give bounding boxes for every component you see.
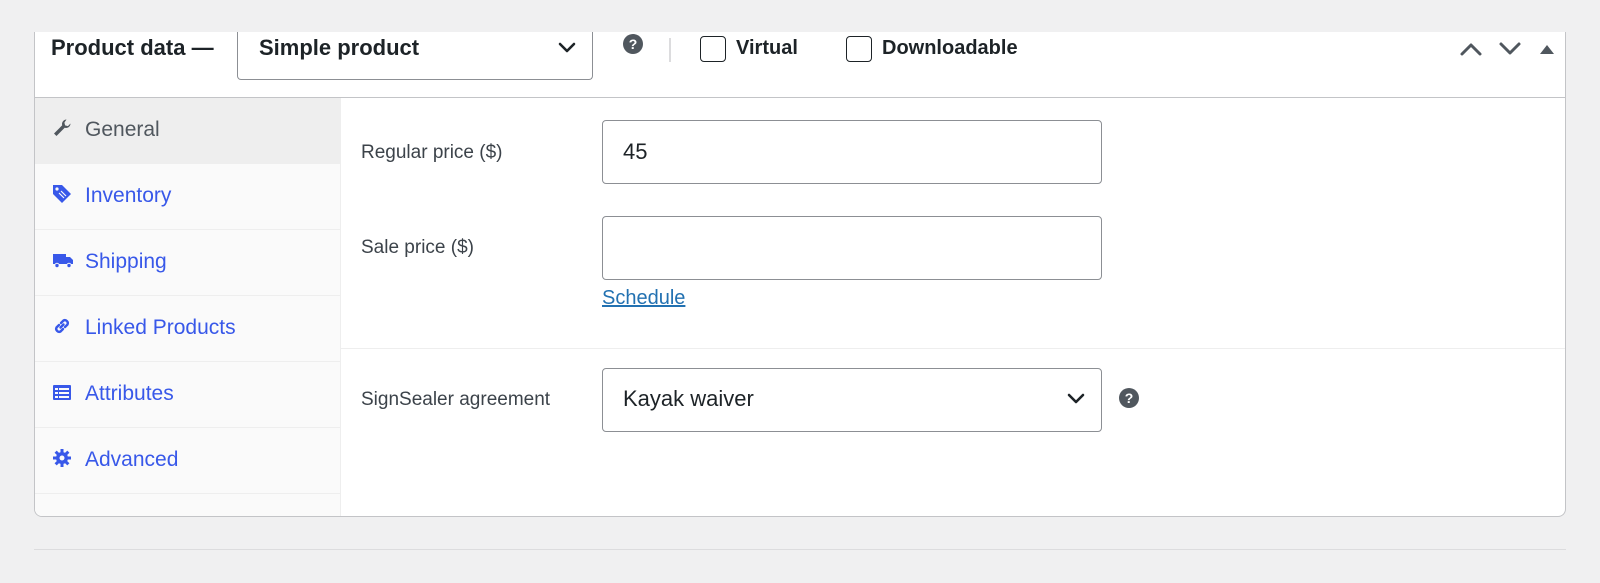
tab-inventory[interactable]: Inventory: [35, 164, 340, 230]
regular-price-value: 45: [623, 139, 648, 164]
tab-label: Attributes: [85, 382, 174, 405]
tab-label: General: [85, 118, 160, 141]
section-divider: [341, 348, 1565, 349]
tab-label: Advanced: [85, 448, 179, 471]
svg-text:?: ?: [1125, 390, 1134, 406]
tab-general[interactable]: General: [35, 98, 340, 164]
chevron-down-icon: [1067, 393, 1085, 404]
page-divider: [34, 549, 1566, 550]
help-icon[interactable]: ?: [1119, 388, 1139, 408]
general-tab-content: Regular price ($) 45 Sale price ($) Sche…: [341, 98, 1565, 516]
list-icon: [53, 385, 71, 400]
chevron-down-icon: [558, 42, 576, 53]
signsealer-agreement-value: Kayak waiver: [623, 386, 754, 411]
tab-attributes[interactable]: Attributes: [35, 362, 340, 428]
downloadable-checkbox[interactable]: [846, 36, 872, 62]
product-type-select[interactable]: Simple product: [237, 32, 593, 80]
move-down-icon[interactable]: [1498, 41, 1522, 57]
downloadable-label[interactable]: Downloadable: [882, 36, 1018, 60]
svg-text:?: ?: [629, 36, 638, 52]
panel-title: Product data —: [51, 35, 214, 60]
tag-icon: [53, 185, 71, 203]
product-data-panel: Product data — Simple product ? Virtual …: [34, 32, 1566, 517]
sale-price-input[interactable]: [602, 216, 1102, 280]
signsealer-agreement-select[interactable]: Kayak waiver: [602, 368, 1102, 432]
truck-icon: [53, 254, 73, 269]
link-icon: [55, 319, 69, 333]
product-type-value: Simple product: [259, 35, 420, 60]
tab-linked-products[interactable]: Linked Products: [35, 296, 340, 362]
regular-price-label: Regular price ($): [361, 142, 503, 163]
regular-price-input[interactable]: 45: [602, 120, 1102, 184]
sale-price-label: Sale price ($): [361, 237, 474, 258]
virtual-checkbox[interactable]: [700, 36, 726, 62]
product-data-tabs: General Inventory Shipping Linked Produc…: [35, 98, 341, 516]
product-data-header: Product data — Simple product ? Virtual …: [35, 32, 1565, 98]
virtual-label[interactable]: Virtual: [736, 36, 798, 60]
tab-advanced[interactable]: Advanced: [35, 428, 340, 494]
schedule-link[interactable]: Schedule: [602, 286, 685, 310]
signsealer-agreement-label: SignSealer agreement: [361, 389, 551, 410]
wrench-icon: [54, 119, 71, 136]
move-up-icon[interactable]: [1459, 41, 1483, 57]
tab-shipping[interactable]: Shipping: [35, 230, 340, 296]
tab-label: Inventory: [85, 184, 172, 207]
help-icon[interactable]: ?: [623, 34, 643, 54]
tab-label: Shipping: [85, 250, 167, 273]
tab-label: Linked Products: [85, 316, 236, 339]
header-separator: [669, 38, 671, 62]
gear-icon: [53, 449, 71, 467]
collapse-toggle-icon[interactable]: [1539, 43, 1555, 55]
